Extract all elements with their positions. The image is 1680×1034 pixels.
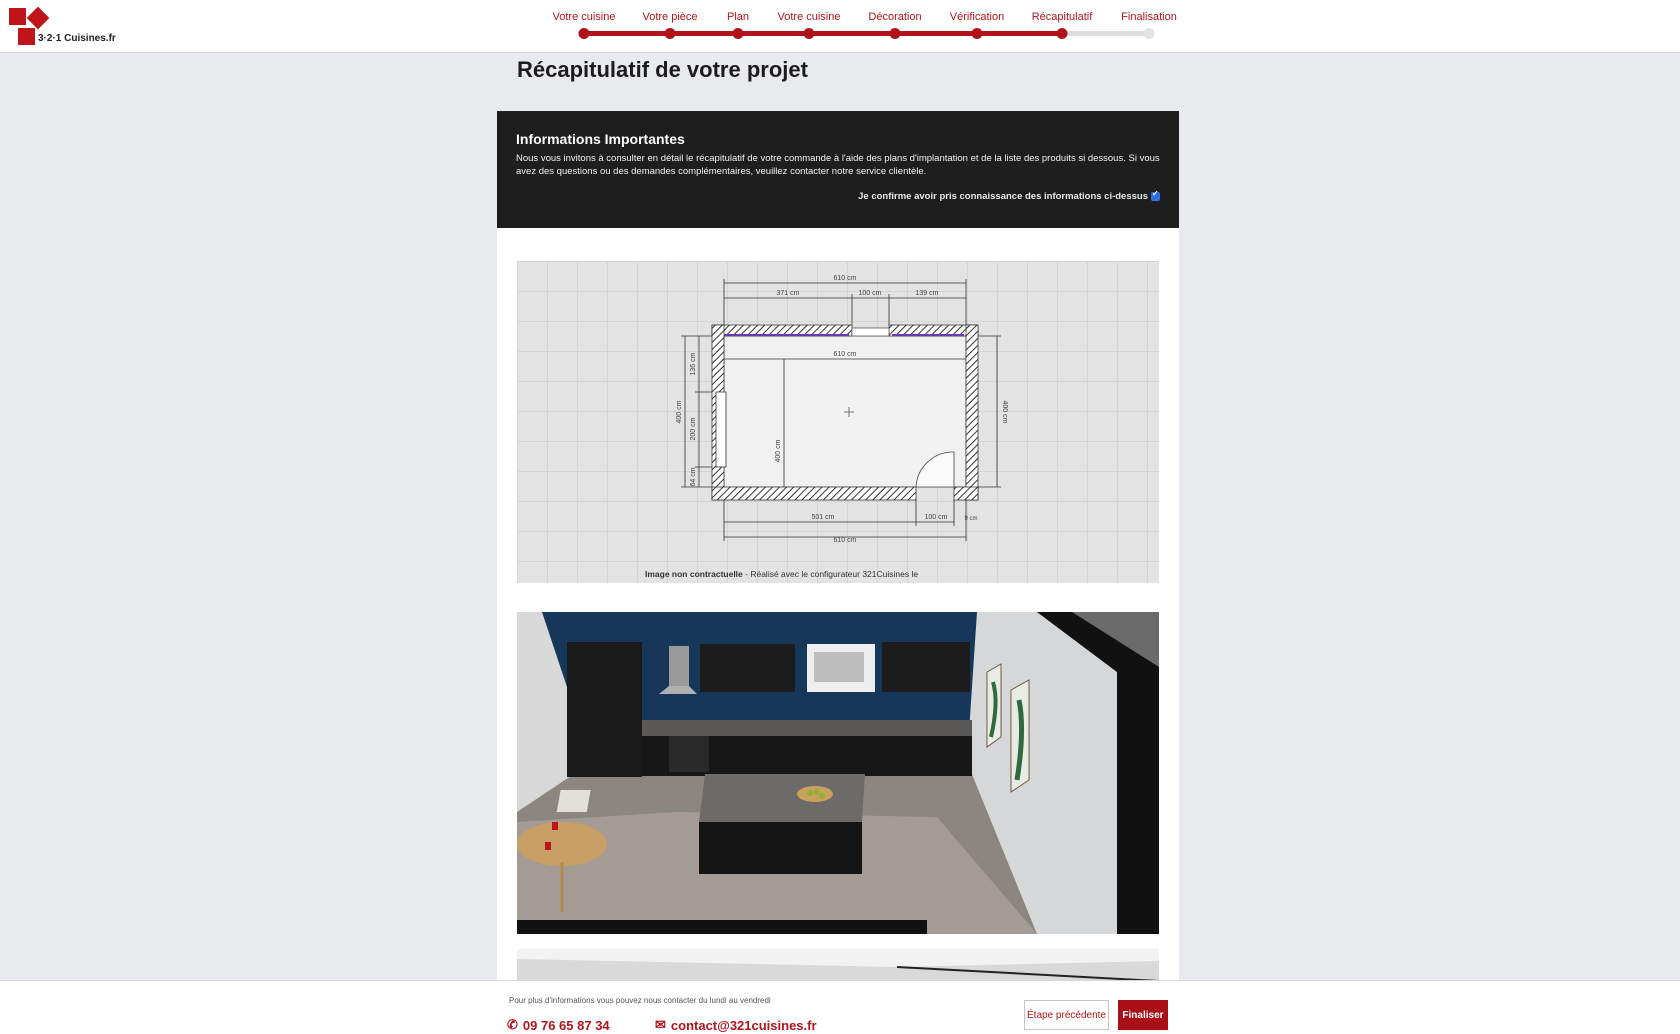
contact-note: Pour plus d'informations vous pouvez nou… xyxy=(509,996,771,1005)
dim-left-seg2: 200 cm xyxy=(690,417,697,440)
footer-bar: Pour plus d'informations vous pouvez nou… xyxy=(0,980,1680,1034)
step-dot[interactable] xyxy=(578,28,590,39)
dim-left-seg1: 136 cm xyxy=(690,352,697,375)
step-label-votre-cuisine-2[interactable]: Votre cuisine xyxy=(778,11,841,23)
info-heading: Informations Importantes xyxy=(516,131,685,147)
confirm-checkbox[interactable] xyxy=(1151,189,1160,201)
step-label-votre-cuisine[interactable]: Votre cuisine xyxy=(553,11,616,23)
phone-icon: ✆ xyxy=(507,1017,518,1032)
page-title: Récapitulatif de votre projet xyxy=(517,57,808,82)
progress-track-fill xyxy=(584,31,1062,36)
important-info-box: Informations Importantes Nous vous invit… xyxy=(497,111,1179,228)
step-dot[interactable] xyxy=(803,28,815,39)
confirm-label: Je confirme avoir pris connaissance des … xyxy=(858,191,1148,202)
step-label-recapitulatif[interactable]: Récapitulatif xyxy=(1032,11,1093,23)
step-label-decoration[interactable]: Décoration xyxy=(868,11,921,23)
step-dot[interactable] xyxy=(732,28,744,39)
previous-step-button[interactable]: Étape précédente xyxy=(1024,1000,1109,1030)
step-dot[interactable] xyxy=(664,28,676,39)
dim-bottom-seg1: 501 cm xyxy=(812,514,835,521)
email-address[interactable]: contact@321cuisines.fr xyxy=(671,1018,817,1033)
dim-seg3: 139 cm xyxy=(916,290,939,297)
step-dot[interactable] xyxy=(889,28,901,39)
finalize-button[interactable]: Finaliser xyxy=(1118,1000,1168,1030)
step-dot[interactable] xyxy=(971,28,983,39)
step-label-votre-piece[interactable]: Votre pièce xyxy=(642,11,697,23)
dim-bottom-seg2: 100 cm xyxy=(925,514,948,521)
email-contact[interactable]: ✉ contact@321cuisines.fr xyxy=(655,1017,817,1033)
step-dot-pending xyxy=(1143,28,1155,39)
svg-text:Image non contractuelle - Réal: Image non contractuelle - Réalisé avec l… xyxy=(645,569,918,579)
dim-bottom-total: 610 cm xyxy=(834,537,857,544)
plan-caption-bold: Image non contractuelle xyxy=(645,569,743,579)
dim-seg2: 100 cm xyxy=(859,290,882,297)
dim-right: 400 cm xyxy=(1001,401,1008,424)
top-header: 3·2·1 Cuisines.fr Votre cuisine Votre pi… xyxy=(0,0,1680,53)
step-label-finalisation: Finalisation xyxy=(1121,11,1177,23)
mail-icon: ✉ xyxy=(655,1017,666,1032)
progress-stepper: Votre cuisine Votre pièce Plan Votre cui… xyxy=(0,0,1680,53)
phone-contact[interactable]: ✆ 09 76 65 87 34 xyxy=(507,1017,610,1033)
dim-top-total: 610 cm xyxy=(834,275,857,282)
floor-plan-image: 610 cm 371 cm 100 cm 139 cm 610 cm 501 c… xyxy=(517,261,1159,583)
kitchen-3d-render xyxy=(517,612,1159,934)
step-label-plan[interactable]: Plan xyxy=(727,11,749,23)
dim-left-total: 400 cm xyxy=(676,400,683,423)
plan-caption-rest: - Réalisé avec le configurateur 321Cuisi… xyxy=(743,569,919,579)
dim-bottom-small: 9 cm xyxy=(964,516,977,522)
dim-left-seg3: 64 cm xyxy=(690,467,697,486)
dim-inner-height: 400 cm xyxy=(775,439,782,462)
dim-seg1: 371 cm xyxy=(777,290,800,297)
info-text: Nous vous invitons à consulter en détail… xyxy=(516,153,1160,177)
step-label-verification[interactable]: Vérification xyxy=(950,11,1004,23)
summary-panel: Informations Importantes Nous vous invit… xyxy=(497,111,1179,989)
dim-inner-width: 610 cm xyxy=(834,351,857,358)
confirm-checkbox-row[interactable]: Je confirme avoir pris connaissance des … xyxy=(858,189,1160,202)
phone-number[interactable]: 09 76 65 87 34 xyxy=(523,1018,610,1033)
step-dot-current[interactable] xyxy=(1056,28,1068,39)
